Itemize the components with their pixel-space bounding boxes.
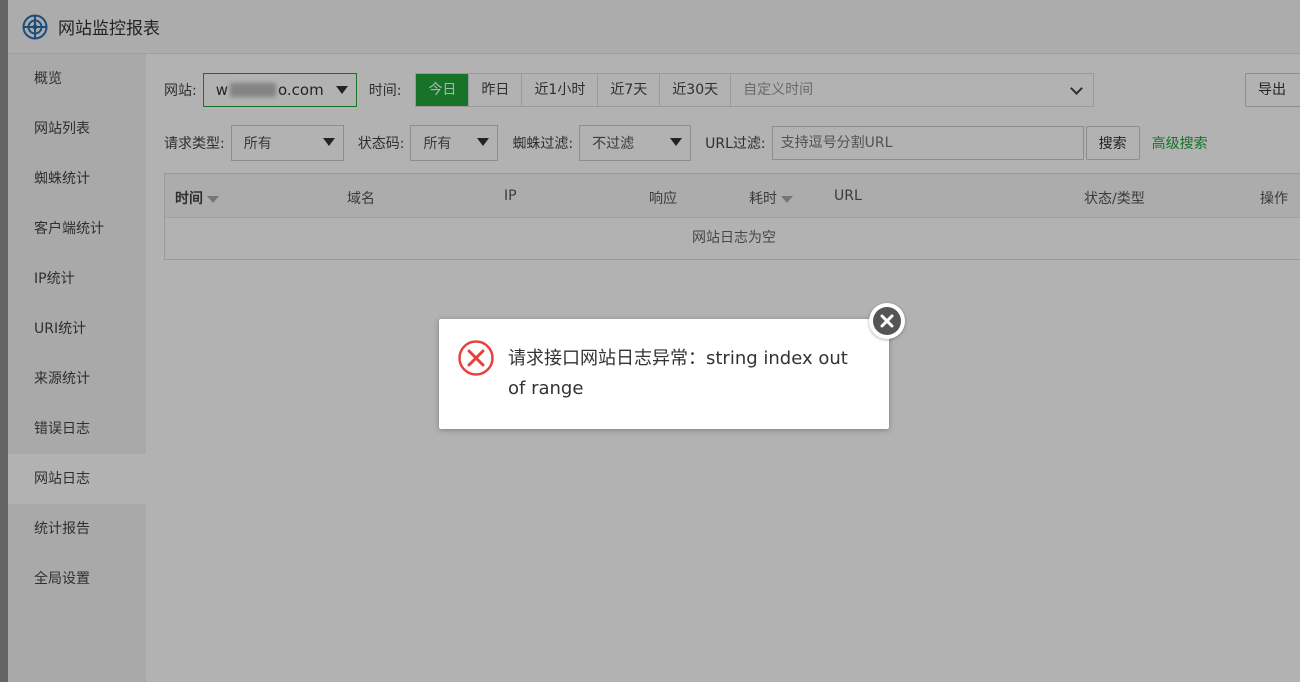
close-icon [880, 314, 894, 328]
error-message: 请求接口网站日志异常：string index out of range [508, 348, 848, 399]
dialog-close-button[interactable] [869, 303, 905, 339]
error-dialog: 请求接口网站日志异常：string index out of range [439, 319, 889, 429]
error-circle-icon [458, 340, 494, 376]
